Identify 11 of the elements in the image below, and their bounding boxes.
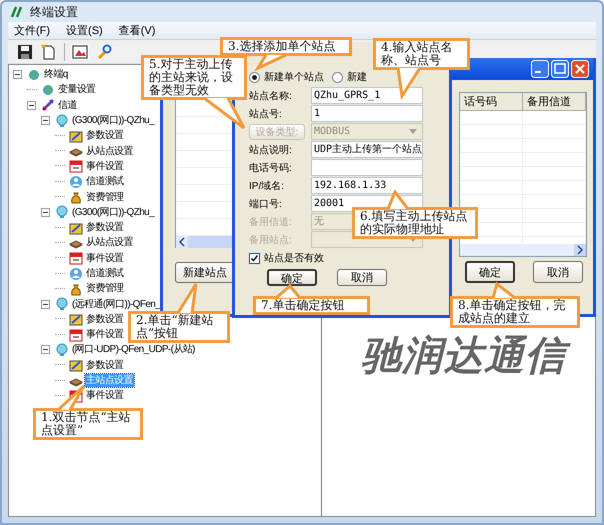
field-label: 备用信道:: [249, 216, 293, 228]
window-title: 终端设置: [30, 4, 78, 20]
field-label: 电话号码:: [249, 162, 293, 174]
field-label: 站点说明:: [249, 144, 293, 156]
field-label: 端口号:: [249, 198, 283, 210]
field-label: 站点号:: [249, 108, 283, 120]
dropdown-field: MODBUS: [311, 123, 423, 140]
brand-logo: 驰润达通信: [357, 331, 574, 381]
field-label: IP/域名:: [249, 180, 286, 192]
field-label: 站点名称:: [249, 90, 293, 102]
field-label: 备用站点:: [249, 234, 293, 246]
